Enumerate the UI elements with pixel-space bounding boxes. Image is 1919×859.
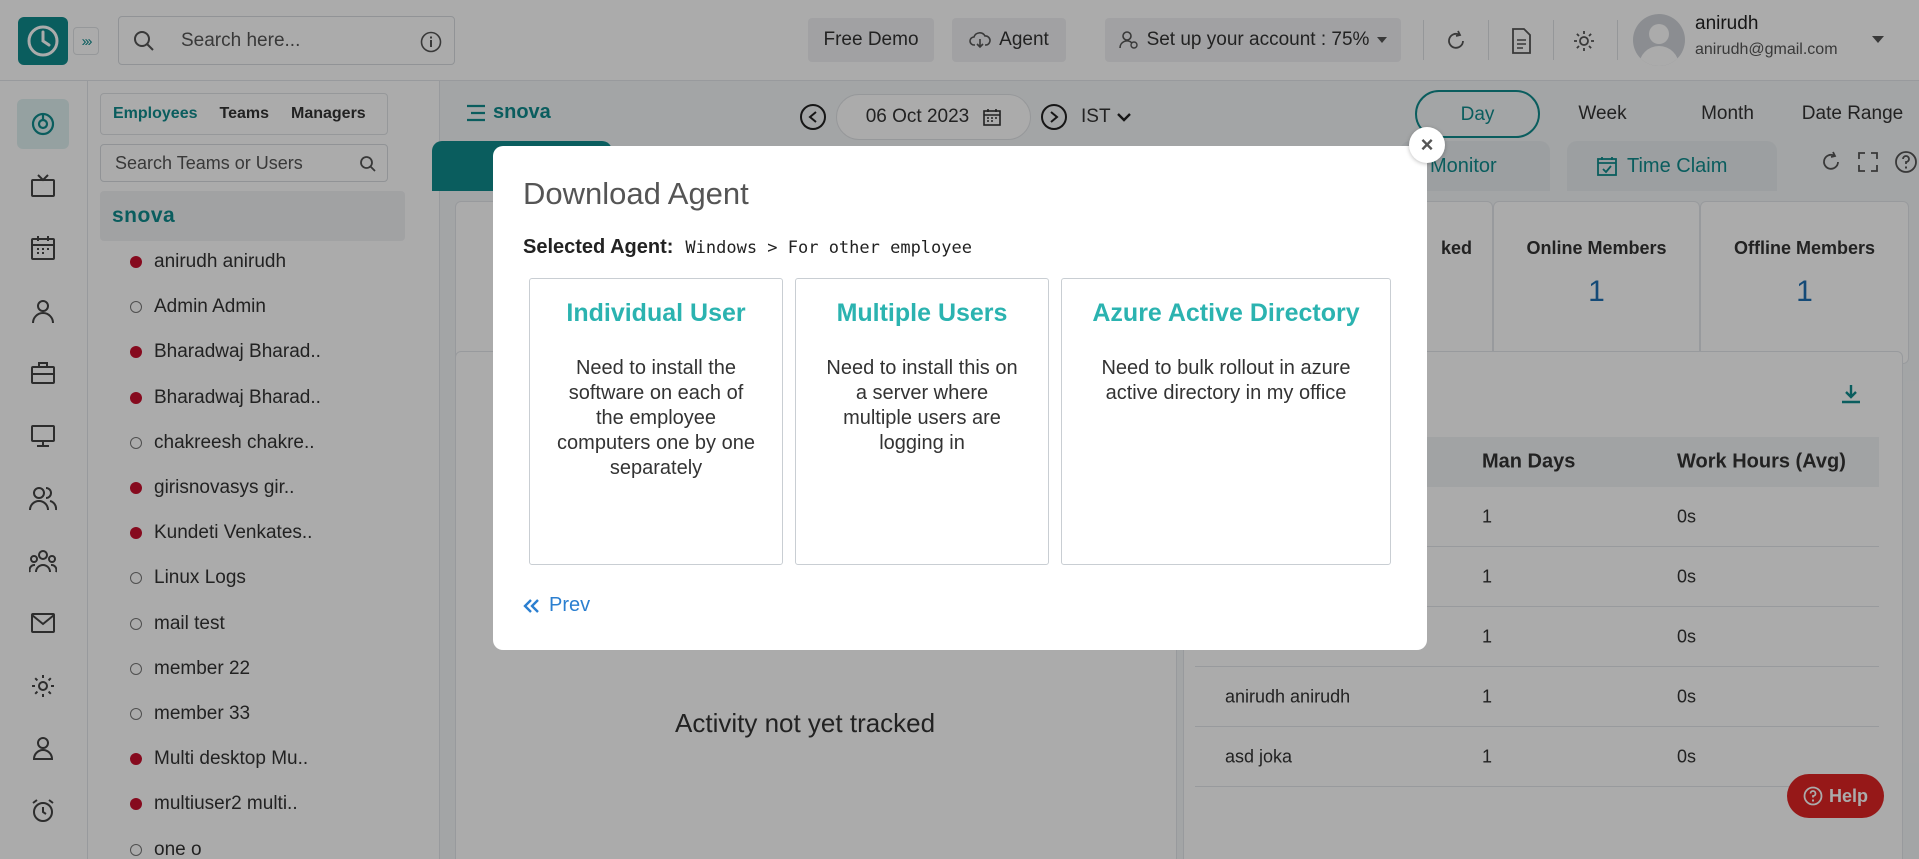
selected-agent-label: Selected Agent: <box>523 236 674 258</box>
download-agent-modal: Download Agent Selected Agent: Windows >… <box>493 146 1427 650</box>
close-icon[interactable]: × <box>1409 127 1445 163</box>
option-multiple-users[interactable]: Multiple Users Need to install this on a… <box>795 278 1049 565</box>
selected-agent: Selected Agent: Windows > For other empl… <box>523 236 972 259</box>
double-chevron-left-icon <box>523 598 539 613</box>
selected-agent-value: Windows > For other employee <box>685 237 972 258</box>
option-individual-user[interactable]: Individual User Need to install the soft… <box>529 278 783 565</box>
modal-title: Download Agent <box>523 176 749 211</box>
option-description: Need to install this on a server where m… <box>826 357 1018 454</box>
prev-button[interactable]: Prev <box>523 594 590 617</box>
option-description: Need to install the software on each of … <box>557 357 755 479</box>
option-title: Individual User <box>566 299 746 327</box>
option-title: Multiple Users <box>836 299 1008 327</box>
option-title: Azure Active Directory <box>1092 299 1360 327</box>
option-azure-active-directory[interactable]: Azure Active Directory Need to bulk roll… <box>1061 278 1391 565</box>
prev-label: Prev <box>549 594 591 616</box>
option-description: Need to bulk rollout in azure active dir… <box>1101 357 1351 404</box>
